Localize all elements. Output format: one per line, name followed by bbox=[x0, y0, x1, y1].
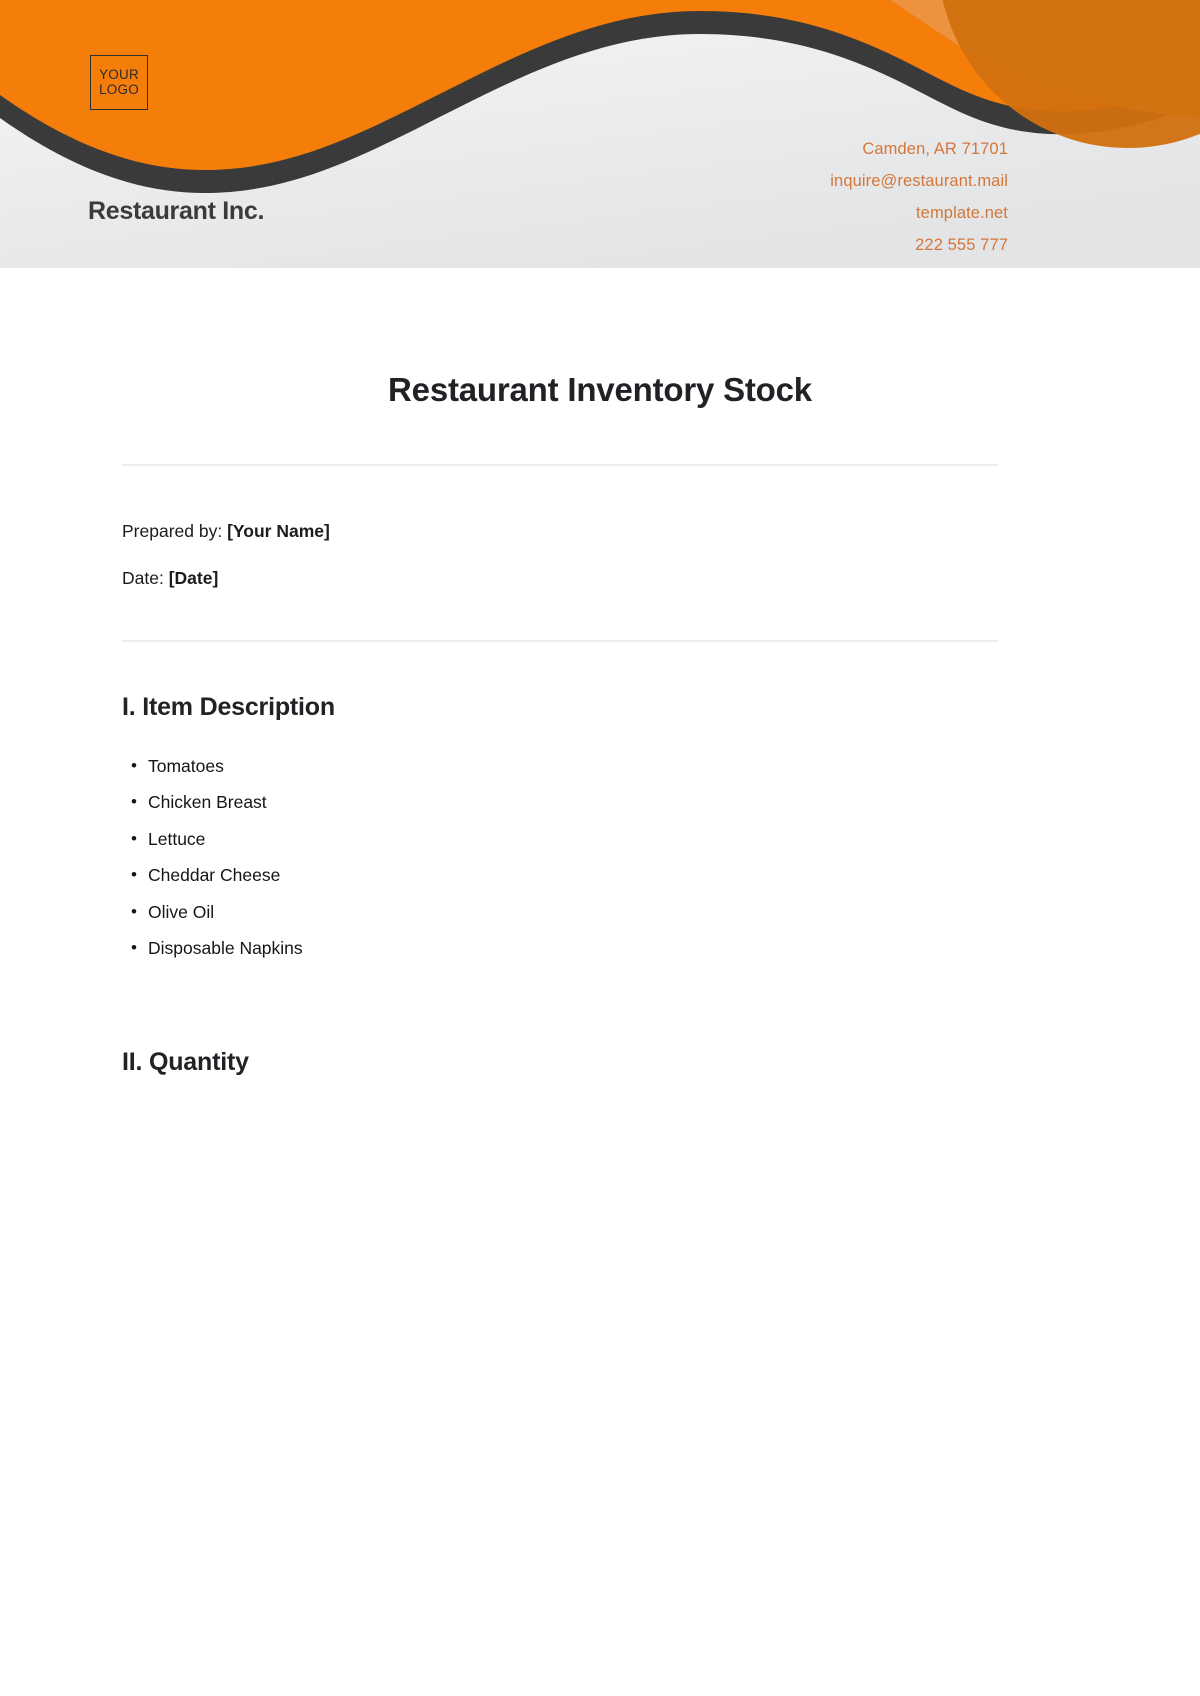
list-item: Disposable Napkins bbox=[122, 930, 822, 967]
prepared-by-value[interactable]: [Your Name] bbox=[227, 521, 330, 541]
date-row: Date: [Date] bbox=[122, 566, 218, 590]
document-header: YOUR LOGO Restaurant Inc. Camden, AR 717… bbox=[0, 0, 1200, 268]
list-item: Tomatoes bbox=[122, 748, 822, 785]
item-description-list: Tomatoes Chicken Breast Lettuce Cheddar … bbox=[122, 748, 822, 967]
logo-line-2: LOGO bbox=[99, 81, 139, 97]
list-item: Cheddar Cheese bbox=[122, 857, 822, 894]
list-item: Lettuce bbox=[122, 821, 822, 858]
contact-website[interactable]: template.net bbox=[0, 197, 1008, 229]
document-page: YOUR LOGO Restaurant Inc. Camden, AR 717… bbox=[0, 0, 1200, 1696]
date-value[interactable]: [Date] bbox=[169, 568, 219, 588]
logo-line-1: YOUR bbox=[99, 67, 139, 83]
list-item: Olive Oil bbox=[122, 894, 822, 931]
divider-top bbox=[122, 464, 998, 466]
list-item: Chicken Breast bbox=[122, 784, 822, 821]
contact-info-block: Camden, AR 71701 inquire@restaurant.mail… bbox=[0, 133, 1008, 261]
logo-placeholder[interactable]: YOUR LOGO bbox=[90, 55, 148, 110]
section-heading-quantity: II. Quantity bbox=[122, 1048, 249, 1076]
divider-bottom bbox=[122, 640, 998, 642]
prepared-by-label: Prepared by: bbox=[122, 521, 223, 541]
contact-email[interactable]: inquire@restaurant.mail bbox=[0, 165, 1008, 197]
section-heading-item-description: I. Item Description bbox=[122, 693, 335, 721]
page-title: Restaurant Inventory Stock bbox=[388, 371, 812, 408]
prepared-by-row: Prepared by: [Your Name] bbox=[122, 519, 330, 543]
contact-phone: 222 555 777 bbox=[915, 236, 1008, 254]
contact-address: Camden, AR 71701 bbox=[862, 140, 1008, 158]
date-label: Date: bbox=[122, 568, 164, 588]
